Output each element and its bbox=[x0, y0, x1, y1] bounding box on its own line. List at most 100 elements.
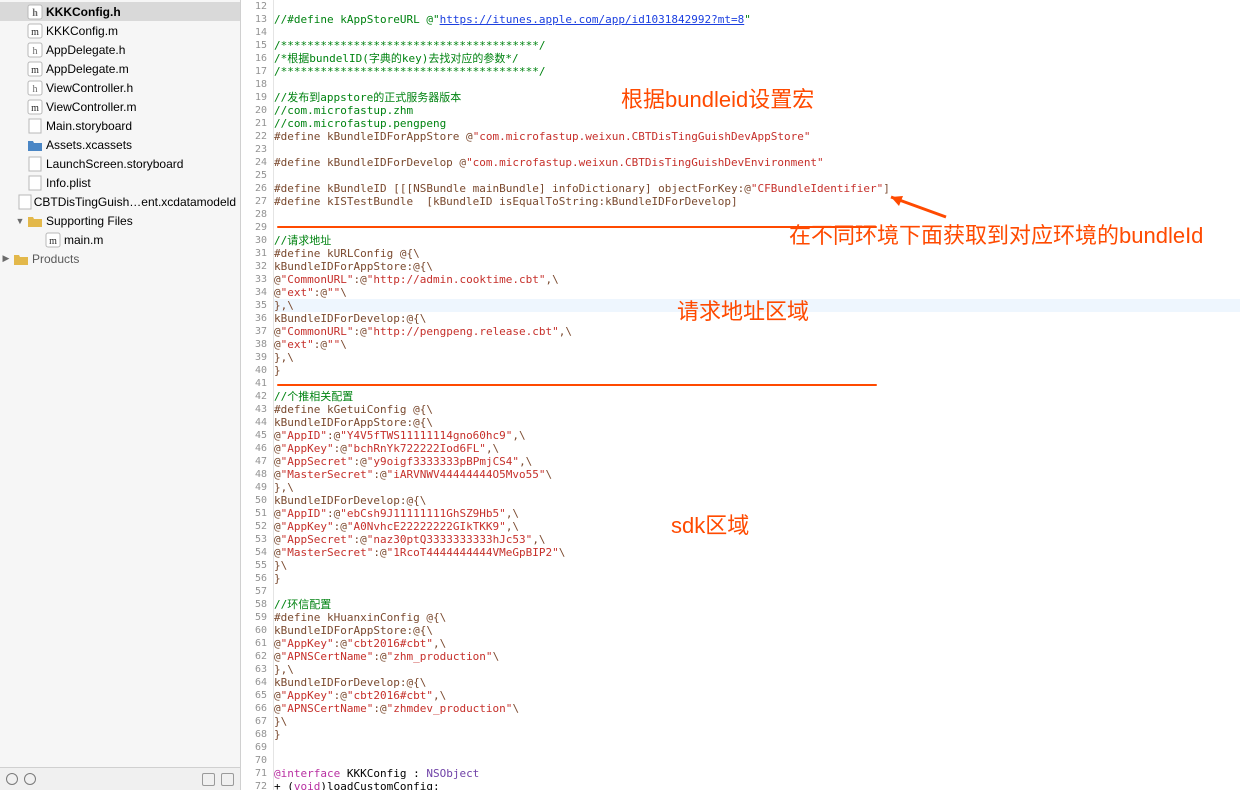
code-line[interactable]: #define kBundleID [[[NSBundle mainBundle… bbox=[274, 182, 1240, 195]
code-line[interactable]: //发布到appstore的正式服务器版本 bbox=[274, 91, 1240, 104]
filter-scm-icon[interactable] bbox=[202, 773, 215, 786]
code-line[interactable]: } bbox=[274, 572, 1240, 585]
line-number[interactable]: 49 bbox=[241, 481, 273, 494]
code-line[interactable]: @"AppSecret":@"naz30ptQ3333333333hJc53",… bbox=[274, 533, 1240, 546]
line-number[interactable]: 69 bbox=[241, 741, 273, 754]
file-tree[interactable]: hKKKConfig.hmKKKConfig.mhAppDelegate.hmA… bbox=[0, 0, 240, 767]
line-number[interactable]: 68 bbox=[241, 728, 273, 741]
file-tree-item[interactable]: hAppDelegate.h bbox=[0, 40, 240, 59]
line-number[interactable]: 15 bbox=[241, 39, 273, 52]
file-tree-item[interactable]: ▼Supporting Files bbox=[0, 211, 240, 230]
line-number[interactable]: 17 bbox=[241, 65, 273, 78]
code-line[interactable] bbox=[274, 169, 1240, 182]
disclosure-triangle-icon[interactable]: ▼ bbox=[14, 216, 26, 226]
line-number[interactable]: 27 bbox=[241, 195, 273, 208]
code-line[interactable]: #define kISTestBundle [kBundleID isEqual… bbox=[274, 195, 1240, 208]
line-number[interactable]: 70 bbox=[241, 754, 273, 767]
code-line[interactable] bbox=[274, 221, 1240, 234]
line-number[interactable]: 31 bbox=[241, 247, 273, 260]
line-number[interactable]: 21 bbox=[241, 117, 273, 130]
code-line[interactable]: #define kURLConfig @{\ bbox=[274, 247, 1240, 260]
code-line[interactable]: @"AppKey":@"bchRnYk722222Iod6FL",\ bbox=[274, 442, 1240, 455]
code-line[interactable]: @"APNSCertName":@"zhmdev_production"\ bbox=[274, 702, 1240, 715]
code-line[interactable]: }\ bbox=[274, 559, 1240, 572]
code-line[interactable]: } bbox=[274, 364, 1240, 377]
line-number[interactable]: 59 bbox=[241, 611, 273, 624]
line-number[interactable]: 20 bbox=[241, 104, 273, 117]
code-line[interactable]: @"AppKey":@"cbt2016#cbt",\ bbox=[274, 637, 1240, 650]
line-number[interactable]: 72 bbox=[241, 780, 273, 790]
line-number[interactable]: 35 bbox=[241, 299, 273, 312]
line-number[interactable]: 67 bbox=[241, 715, 273, 728]
line-number[interactable]: 29 bbox=[241, 221, 273, 234]
filter-recent-icon[interactable] bbox=[24, 773, 36, 785]
line-number[interactable]: 44 bbox=[241, 416, 273, 429]
line-number[interactable]: 66 bbox=[241, 702, 273, 715]
code-line[interactable] bbox=[274, 741, 1240, 754]
line-number[interactable]: 58 bbox=[241, 598, 273, 611]
code-line[interactable]: @"APNSCertName":@"zhm_production"\ bbox=[274, 650, 1240, 663]
line-number[interactable]: 63 bbox=[241, 663, 273, 676]
code-line[interactable]: @"AppID":@"ebCsh9J11111111GhSZ9Hb5",\ bbox=[274, 507, 1240, 520]
line-number[interactable]: 25 bbox=[241, 169, 273, 182]
line-number[interactable]: 32 bbox=[241, 260, 273, 273]
code-line[interactable] bbox=[274, 377, 1240, 390]
navigator-filter-bar[interactable] bbox=[0, 767, 240, 790]
file-tree-item[interactable]: Assets.xcassets bbox=[0, 135, 240, 154]
line-number[interactable]: 47 bbox=[241, 455, 273, 468]
file-tree-item[interactable]: mmain.m bbox=[0, 230, 240, 249]
file-tree-item[interactable]: LaunchScreen.storyboard bbox=[0, 154, 240, 173]
line-number[interactable]: 41 bbox=[241, 377, 273, 390]
file-tree-item[interactable]: hKKKConfig.h bbox=[0, 2, 240, 21]
code-line[interactable]: #define kHuanxinConfig @{\ bbox=[274, 611, 1240, 624]
code-line[interactable]: @"ext":@""\ bbox=[274, 286, 1240, 299]
line-number[interactable]: 64 bbox=[241, 676, 273, 689]
line-number[interactable]: 38 bbox=[241, 338, 273, 351]
file-tree-item[interactable]: mAppDelegate.m bbox=[0, 59, 240, 78]
code-line[interactable]: @"AppKey":@"cbt2016#cbt",\ bbox=[274, 689, 1240, 702]
code-line[interactable]: /*根据bundelID(字典的key)去找对应的参数*/ bbox=[274, 52, 1240, 65]
code-line[interactable]: //#define kAppStoreURL @"https://itunes.… bbox=[274, 13, 1240, 26]
line-number[interactable]: 48 bbox=[241, 468, 273, 481]
code-line[interactable]: #define kBundleIDForDevelop @"com.microf… bbox=[274, 156, 1240, 169]
line-number[interactable]: 43 bbox=[241, 403, 273, 416]
line-number[interactable]: 46 bbox=[241, 442, 273, 455]
code-line[interactable]: + (void)loadCustomConfig; bbox=[274, 780, 1240, 790]
line-number[interactable]: 30 bbox=[241, 234, 273, 247]
file-tree-item[interactable]: hViewController.h bbox=[0, 78, 240, 97]
code-line[interactable] bbox=[274, 0, 1240, 13]
code-line[interactable]: //请求地址 bbox=[274, 234, 1240, 247]
file-tree-item[interactable]: Info.plist bbox=[0, 173, 240, 192]
line-number[interactable]: 56 bbox=[241, 572, 273, 585]
disclosure-triangle-icon[interactable]: ▶ bbox=[0, 253, 12, 264]
line-number[interactable]: 62 bbox=[241, 650, 273, 663]
line-number[interactable]: 42 bbox=[241, 390, 273, 403]
code-line[interactable]: },\ bbox=[274, 299, 1240, 312]
code-line[interactable]: kBundleIDForAppStore:@{\ bbox=[274, 624, 1240, 637]
line-number[interactable]: 52 bbox=[241, 520, 273, 533]
code-line[interactable]: @"AppID":@"Y4V5fTWS11111114gno60hc9",\ bbox=[274, 429, 1240, 442]
code-line[interactable]: @interface KKKConfig : NSObject bbox=[274, 767, 1240, 780]
line-number[interactable]: 28 bbox=[241, 208, 273, 221]
code-line[interactable]: kBundleIDForDevelop:@{\ bbox=[274, 676, 1240, 689]
line-number[interactable]: 34 bbox=[241, 286, 273, 299]
code-line[interactable]: //个推相关配置 bbox=[274, 390, 1240, 403]
code-line[interactable] bbox=[274, 208, 1240, 221]
file-tree-item[interactable]: mViewController.m bbox=[0, 97, 240, 116]
code-line[interactable]: },\ bbox=[274, 481, 1240, 494]
line-number[interactable]: 53 bbox=[241, 533, 273, 546]
line-number[interactable]: 14 bbox=[241, 26, 273, 39]
line-number[interactable]: 60 bbox=[241, 624, 273, 637]
code-line[interactable]: @"AppSecret":@"y9oigf3333333pBPmjCS4",\ bbox=[274, 455, 1240, 468]
code-line[interactable]: kBundleIDForAppStore:@{\ bbox=[274, 260, 1240, 273]
code-line[interactable]: #define kGetuiConfig @{\ bbox=[274, 403, 1240, 416]
code-line[interactable] bbox=[274, 78, 1240, 91]
line-number[interactable]: 33 bbox=[241, 273, 273, 286]
line-number[interactable]: 40 bbox=[241, 364, 273, 377]
code-line[interactable]: kBundleIDForDevelop:@{\ bbox=[274, 312, 1240, 325]
code-line[interactable]: @"CommonURL":@"http://pengpeng.release.c… bbox=[274, 325, 1240, 338]
code-line[interactable]: } bbox=[274, 728, 1240, 741]
line-number[interactable]: 24 bbox=[241, 156, 273, 169]
line-number[interactable]: 51 bbox=[241, 507, 273, 520]
code-line[interactable]: @"MasterSecret":@"1RcoT4444444444VMeGpBI… bbox=[274, 546, 1240, 559]
